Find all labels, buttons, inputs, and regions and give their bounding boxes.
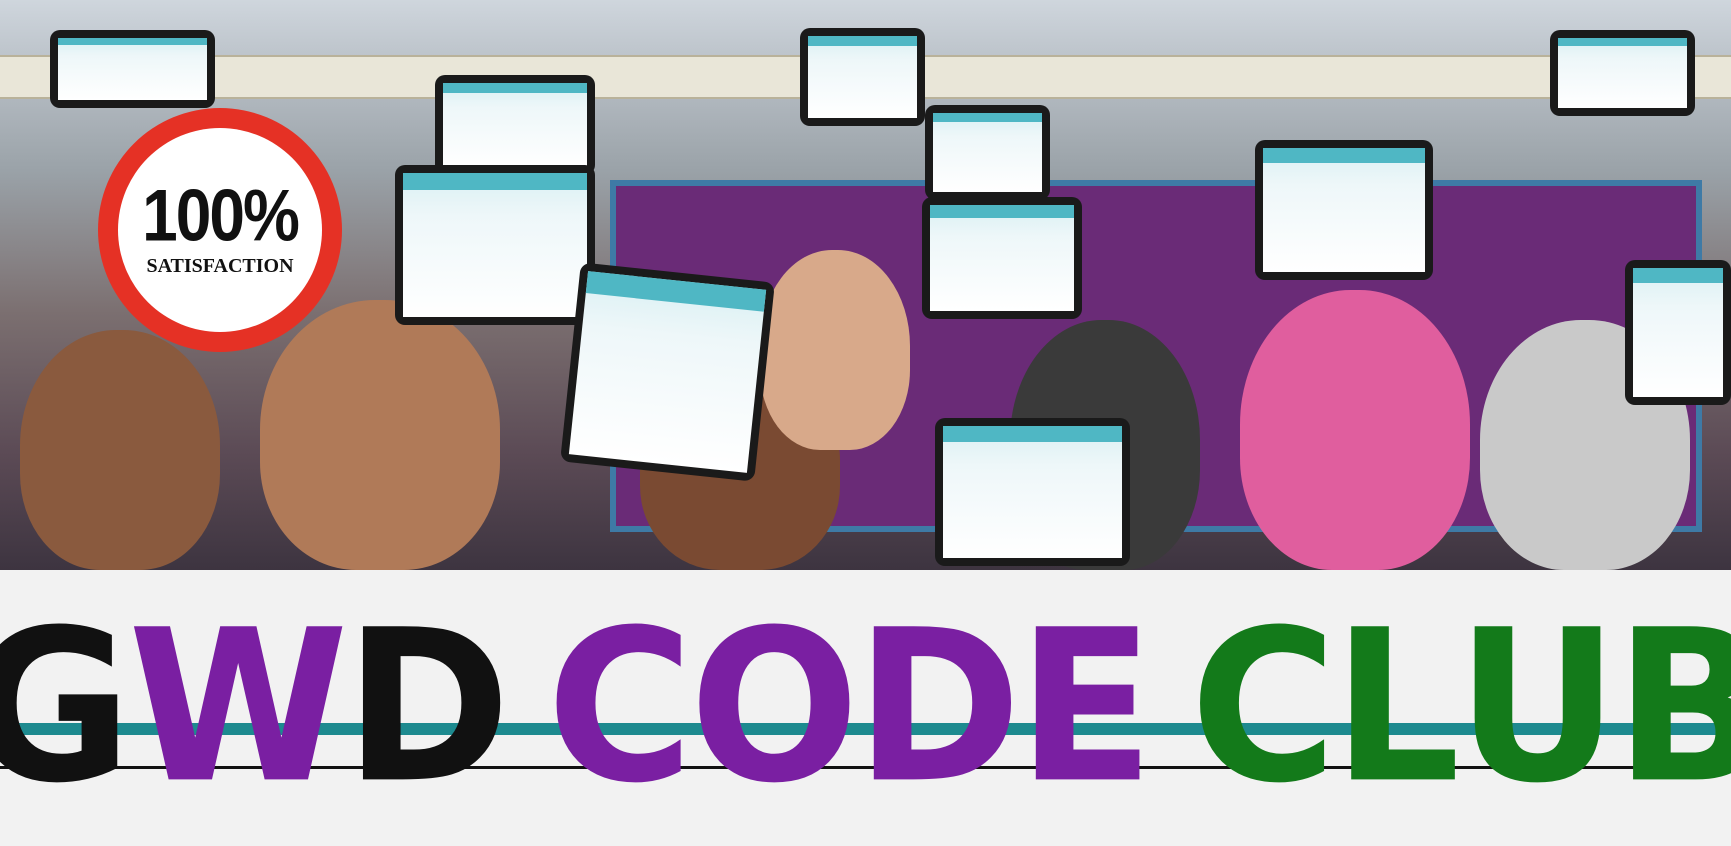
title-letter: G — [0, 602, 132, 813]
title-letter: D — [855, 585, 1021, 830]
title-letter: W — [128, 585, 349, 830]
tablet — [935, 418, 1130, 566]
club-title: GWDCODECLUB — [0, 570, 1731, 846]
title-letter: C — [546, 585, 694, 830]
title-letter: O — [689, 585, 859, 830]
student — [20, 330, 220, 570]
tablet — [395, 165, 595, 325]
tablet — [1550, 30, 1695, 116]
tablet — [925, 105, 1050, 200]
student — [1240, 290, 1470, 570]
badge-label: SATISFACTION — [146, 254, 294, 277]
title-word: CLUB — [1190, 602, 1731, 812]
title-letter: B — [1615, 602, 1731, 813]
satisfaction-badge: 100% SATISFACTION — [98, 108, 342, 352]
title-word: CODE — [547, 602, 1154, 812]
tablet — [560, 262, 775, 482]
tablet — [1625, 260, 1731, 405]
badge-percent: 100% — [142, 173, 300, 256]
badge-inner: 100% SATISFACTION — [118, 128, 322, 332]
tablet — [800, 28, 925, 126]
title-word: GWD — [0, 602, 511, 812]
student — [260, 300, 500, 570]
title-letter: U — [1456, 585, 1618, 830]
title-letter: E — [1017, 585, 1154, 830]
student — [760, 250, 910, 450]
title-letter: D — [344, 585, 511, 830]
tablet — [922, 197, 1082, 319]
tablet — [1255, 140, 1433, 280]
title-letter: L — [1332, 585, 1460, 830]
title-banner: GWDCODECLUB — [0, 570, 1731, 846]
tablet — [435, 75, 595, 175]
tablet — [50, 30, 215, 108]
title-letter: C — [1190, 585, 1337, 830]
